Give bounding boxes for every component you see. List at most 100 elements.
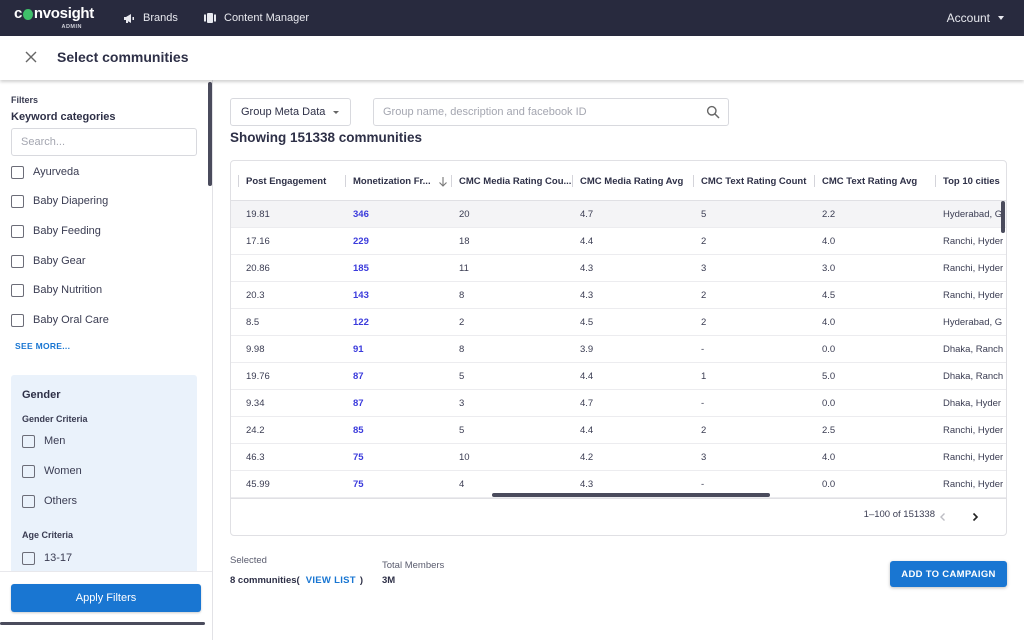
column-header[interactable]: Post Engagement [246, 161, 347, 201]
age-option-label: 13-17 [44, 552, 73, 564]
gender-option-label: Women [44, 465, 82, 477]
monetization-link[interactable]: 143 [353, 282, 369, 309]
age-option-13-17[interactable]: 13-17 [22, 550, 72, 566]
column-separator[interactable] [345, 175, 346, 187]
column-header[interactable]: CMC Text Rating Count [701, 161, 816, 201]
keyword-option-baby-diapering[interactable]: Baby Diapering [11, 193, 108, 209]
table-cell: 0.0 [822, 344, 836, 355]
table-cell: 0.0 [822, 398, 836, 409]
table-cell: Dhaka, Hyder [943, 398, 1002, 409]
table-cell: 2 [701, 425, 707, 436]
column-header[interactable]: CMC Text Rating Avg [822, 161, 937, 201]
table-cell: 19.81 [246, 209, 270, 220]
keyword-option-baby-gear[interactable]: Baby Gear [11, 253, 86, 269]
next-page-button[interactable] [968, 510, 982, 524]
dropdown-label: Group Meta Data [241, 106, 326, 118]
sidebar-horizontal-scrollbar[interactable] [0, 622, 205, 625]
checkbox[interactable] [11, 313, 24, 327]
column-separator[interactable] [572, 175, 573, 187]
table-footer: 1–100 of 151338 [231, 498, 1006, 535]
table-cell: 20 [459, 209, 470, 220]
group-search-input[interactable] [374, 99, 694, 125]
gender-filter-panel: Gender Gender Criteria Men Women Others … [11, 375, 197, 575]
checkbox[interactable] [22, 464, 35, 478]
monetization-link[interactable]: 229 [353, 228, 369, 255]
checkbox[interactable] [22, 494, 35, 508]
close-button[interactable] [24, 50, 40, 66]
monetization-link[interactable]: 75 [353, 444, 364, 471]
column-separator[interactable] [935, 175, 936, 187]
table-cell: 2 [459, 317, 465, 328]
previous-page-button[interactable] [936, 510, 950, 524]
monetization-link[interactable]: 75 [353, 471, 364, 498]
table-row[interactable]: 20.86 185 11 4.3 3 3.0 Ranchi, Hyder [231, 255, 1006, 282]
checkbox[interactable] [22, 434, 35, 448]
column-separator[interactable] [451, 175, 452, 187]
table-cell: Ranchi, Hyder [943, 452, 1003, 463]
checkbox[interactable] [22, 551, 35, 565]
keyword-option-baby-oral-care[interactable]: Baby Oral Care [11, 312, 109, 328]
table-cell: 0.0 [822, 479, 836, 490]
keyword-option-baby-nutrition[interactable]: Baby Nutrition [11, 282, 102, 298]
sidebar-scrollbar[interactable] [208, 82, 212, 186]
checkbox[interactable] [11, 283, 24, 297]
monetization-link[interactable]: 87 [353, 390, 364, 417]
apply-filters-button[interactable]: Apply Filters [11, 584, 201, 612]
keyword-option-label: Ayurveda [33, 166, 80, 178]
table-vertical-scrollbar[interactable] [1001, 201, 1005, 233]
checkbox[interactable] [11, 165, 24, 179]
checkbox[interactable] [11, 194, 24, 208]
column-header[interactable]: Top 10 cities [943, 161, 1003, 201]
chevron-left-icon [940, 513, 945, 521]
table-row[interactable]: 46.3 75 10 4.2 3 4.0 Ranchi, Hyder [231, 444, 1006, 471]
gender-option-women[interactable]: Women [22, 463, 82, 479]
monetization-link[interactable]: 185 [353, 255, 369, 282]
monetization-link[interactable]: 85 [353, 417, 364, 444]
column-separator[interactable] [814, 175, 815, 187]
table-row[interactable]: 8.5 122 2 4.5 2 4.0 Hyderabad, G [231, 309, 1006, 336]
gender-option-men[interactable]: Men [22, 433, 65, 449]
column-header[interactable]: CMC Media Rating Cou... [459, 161, 574, 201]
table-row[interactable]: 17.16 229 18 4.4 2 4.0 Ranchi, Hyder [231, 228, 1006, 255]
convosight-logo[interactable]: c nvosight ADMIN [14, 5, 94, 33]
column-header[interactable]: CMC Media Rating Avg [580, 161, 695, 201]
table-cell: 4.2 [580, 452, 594, 463]
nav-content-manager[interactable]: Content Manager [204, 0, 309, 36]
table-row[interactable]: 20.3 143 8 4.3 2 4.5 Ranchi, Hyder [231, 282, 1006, 309]
keyword-search-input[interactable] [11, 128, 197, 156]
table-cell: 5 [459, 371, 465, 382]
table-row[interactable]: 24.2 85 5 4.4 2 2.5 Ranchi, Hyder [231, 417, 1006, 444]
table-cell: 4.0 [822, 452, 836, 463]
checkbox[interactable] [11, 254, 24, 268]
add-to-campaign-button[interactable]: ADD TO CAMPAIGN [890, 561, 1007, 587]
account-menu[interactable]: Account [947, 0, 1004, 36]
search-icon[interactable] [706, 105, 720, 119]
table-row[interactable]: 19.76 87 5 4.4 1 5.0 Dhaka, Ranch [231, 363, 1006, 390]
group-meta-data-dropdown[interactable]: Group Meta Data [230, 98, 351, 126]
monetization-link[interactable]: 122 [353, 309, 369, 336]
table-row[interactable]: 19.81 346 20 4.7 5 2.2 Hyderabad, G [231, 201, 1006, 228]
column-separator[interactable] [693, 175, 694, 187]
column-header[interactable]: Monetization Fr... [353, 161, 433, 201]
view-list-link[interactable]: VIEW LIST [306, 575, 356, 586]
monetization-link[interactable]: 91 [353, 336, 364, 363]
nav-brands[interactable]: Brands [123, 0, 178, 36]
column-separator[interactable] [238, 175, 239, 187]
keyword-option-baby-feeding[interactable]: Baby Feeding [11, 223, 101, 239]
checkbox[interactable] [11, 224, 24, 238]
see-more-link[interactable]: SEE MORE... [15, 341, 70, 351]
table-cell: 8 [459, 290, 465, 301]
table-cell: - [701, 398, 705, 409]
table-cell: 5.0 [822, 371, 836, 382]
sort-descending-icon[interactable] [438, 175, 448, 187]
table-row[interactable]: 9.34 87 3 4.7 - 0.0 Dhaka, Hyder [231, 390, 1006, 417]
table-row[interactable]: 9.98 91 8 3.9 - 0.0 Dhaka, Ranch [231, 336, 1006, 363]
table-horizontal-scrollbar[interactable] [492, 493, 770, 497]
sidebar-footer: Apply Filters [0, 571, 212, 640]
monetization-link[interactable]: 346 [353, 201, 369, 228]
keyword-option-ayurveda[interactable]: Ayurveda [11, 164, 79, 180]
gender-title: Gender [22, 389, 61, 401]
gender-option-others[interactable]: Others [22, 493, 77, 509]
table-cell: Hyderabad, G [943, 317, 1003, 328]
monetization-link[interactable]: 87 [353, 363, 364, 390]
